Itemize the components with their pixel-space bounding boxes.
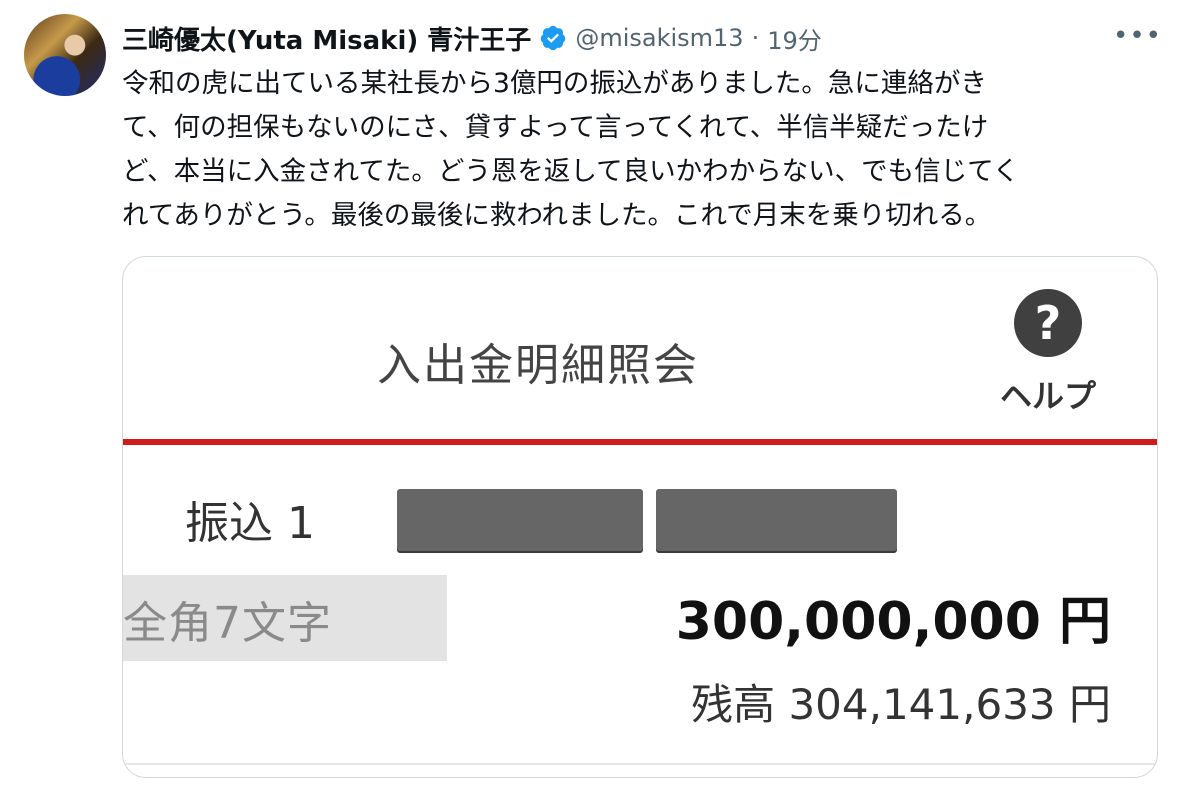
tweet-header: 三崎優太(Yuta Misaki) 青汁王子 @misakism13 · 19分 [122, 18, 822, 58]
help-label: ヘルプ [999, 377, 1096, 415]
tweet-text-line: れてありがとう。最後の最後に救われました。これで月末を乗り切れる。 [122, 200, 992, 231]
tweet: 三崎優太(Yuta Misaki) 青汁王子 @misakism13 · 19分… [0, 0, 1186, 792]
separator-dot: · [751, 24, 760, 52]
redaction-block [397, 489, 643, 551]
tweet-text: 令和の虎に出ている某社長から3億円の振込がありました。急に連絡がき て、何の担保… [122, 62, 1162, 238]
tweet-text-line: 令和の虎に出ている某社長から3億円の振込がありました。急に連絡がき [122, 68, 987, 99]
verified-badge-icon [541, 25, 566, 51]
timestamp[interactable]: 19分 [767, 21, 822, 56]
help-button: ? ヘルプ [993, 289, 1103, 417]
handle[interactable]: @misakism13 [575, 24, 743, 52]
account-balance: 残高 304,141,633 円 [691, 680, 1111, 729]
red-divider [123, 439, 1157, 445]
tweet-text-line: ど、本当に入金されてた。どう恩を返して良いかわからない、でも信じてく [122, 156, 1020, 187]
display-name[interactable]: 三崎優太(Yuta Misaki) 青汁王子 [122, 20, 531, 57]
bottom-divider [123, 763, 1157, 765]
tweet-text-line: て、何の担保もないのにさ、貸すよって言ってくれて、半信半疑だったけ [122, 112, 989, 143]
question-icon: ? [1014, 289, 1082, 357]
more-options-icon[interactable]: ••• [1113, 23, 1162, 49]
attached-image[interactable]: 入出金明細照会 ? ヘルプ 振込 1 全角7文字 300,000,000 円 残… [122, 256, 1158, 778]
statement-title: 入出金明細照会 [377, 340, 699, 391]
sender-name-box: 全角7文字 [123, 575, 447, 661]
redaction-block [656, 489, 897, 551]
avatar[interactable] [24, 14, 106, 96]
transfer-label: 振込 1 [185, 498, 315, 549]
transfer-amount: 300,000,000 円 [675, 592, 1111, 652]
sender-name-placeholder: 全角7文字 [123, 598, 332, 649]
